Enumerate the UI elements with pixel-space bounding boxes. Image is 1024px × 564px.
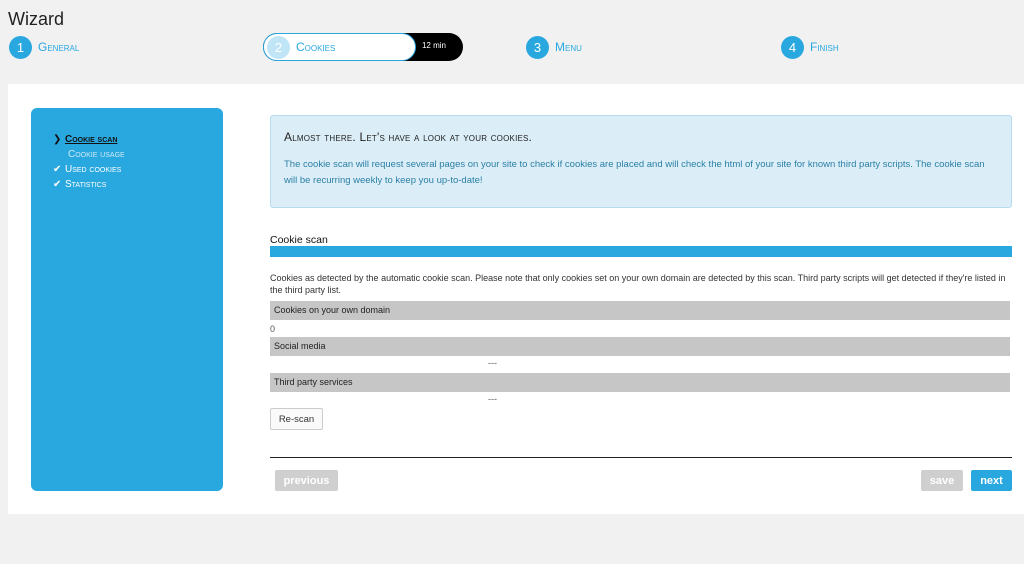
third-party-header: Third party services xyxy=(270,373,1010,392)
social-media-value: --- xyxy=(488,358,497,368)
sidebar-item-statistics[interactable]: ✔ Statistics xyxy=(31,178,223,190)
step-number: 4 xyxy=(781,35,804,59)
step-cookies[interactable]: 2 Cookies 12 min xyxy=(263,33,463,61)
wizard-card: ❯ Cookie scan Cookie usage ✔ Used cookie… xyxy=(8,84,1024,514)
step-label: Finish xyxy=(810,40,839,54)
sidebar: ❯ Cookie scan Cookie usage ✔ Used cookie… xyxy=(31,108,223,491)
step-number: 3 xyxy=(526,35,549,59)
sidebar-item-used-cookies[interactable]: ✔ Used cookies xyxy=(31,163,223,175)
divider xyxy=(270,457,1012,458)
save-button[interactable]: save xyxy=(921,470,963,491)
scan-progress-bar xyxy=(270,246,1012,257)
step-label: Cookies xyxy=(296,40,336,54)
step-general[interactable]: 1 General xyxy=(9,33,79,61)
sidebar-item-cookie-scan[interactable]: ❯ Cookie scan xyxy=(31,133,223,145)
step-number: 1 xyxy=(9,35,32,59)
page-title: Wizard xyxy=(8,9,65,29)
check-icon: ✔ xyxy=(53,163,62,175)
sidebar-item-label: Statistics xyxy=(65,178,107,190)
scan-description: Cookies as detected by the automatic coo… xyxy=(270,273,1006,295)
step-label: General xyxy=(38,40,80,54)
chevron-right-icon: ❯ xyxy=(53,133,62,145)
info-notice: Almost there. Let's have a look at your … xyxy=(270,115,1012,208)
sidebar-item-label: Used cookies xyxy=(65,163,122,175)
check-icon: ✔ xyxy=(53,178,62,190)
sidebar-item-label: Cookie usage xyxy=(68,148,125,160)
notice-text: The cookie scan will request several pag… xyxy=(284,159,985,186)
step-finish[interactable]: 4 Finish xyxy=(781,33,839,61)
step-pill: 2 Cookies xyxy=(263,33,416,61)
own-domain-value: 0 xyxy=(270,324,276,334)
third-party-value: --- xyxy=(488,394,497,404)
step-number: 2 xyxy=(267,35,290,59)
section-title: Cookie scan xyxy=(270,234,328,246)
own-domain-header: Cookies on your own domain xyxy=(270,301,1010,320)
notice-heading: Almost there. Let's have a look at your … xyxy=(284,130,533,144)
step-label: Menu xyxy=(555,40,582,54)
next-button[interactable]: next xyxy=(971,470,1012,491)
previous-button[interactable]: previous xyxy=(275,470,338,491)
step-time: 12 min xyxy=(421,41,446,50)
sidebar-item-label: Cookie scan xyxy=(65,133,118,145)
rescan-button[interactable]: Re-scan xyxy=(270,408,323,430)
step-menu[interactable]: 3 Menu xyxy=(526,33,582,61)
wizard-steps: 1 General 2 Cookies 12 min 3 Menu 4 Fini… xyxy=(0,33,1024,61)
sidebar-item-cookie-usage[interactable]: Cookie usage xyxy=(31,148,223,160)
scan-progress-fill xyxy=(270,246,1012,257)
social-media-header: Social media xyxy=(270,337,1010,356)
main-content: Almost there. Let's have a look at your … xyxy=(270,84,1012,514)
